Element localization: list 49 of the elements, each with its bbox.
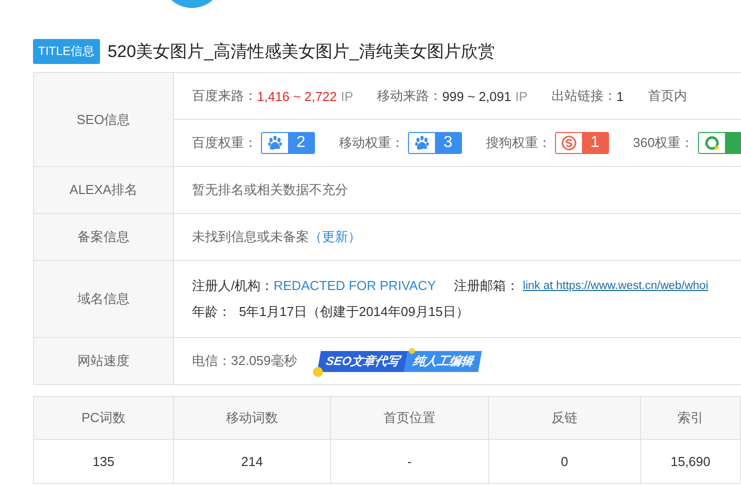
page-title: 520美女图片_高清性感美女图片_清纯美女图片欣赏	[108, 40, 495, 62]
unit-label: IP	[515, 88, 528, 104]
row-label: ALEXA排名	[34, 166, 174, 214]
alexa-text: 暂无排名或相关数据不充分	[192, 181, 348, 199]
title-badge: TITLE信息	[33, 38, 100, 64]
weight-label: 360权重：	[633, 134, 694, 152]
traffic-value: 1,416 ~ 2,722	[257, 88, 337, 104]
email-label: 注册邮箱：	[454, 277, 519, 295]
traffic-label: 首页内	[648, 87, 687, 105]
table-cell: 0	[488, 440, 640, 484]
registrant-label: 注册人/机构：	[192, 277, 274, 295]
column-header: PC词数	[34, 396, 174, 440]
age-value: 5年1月17日	[239, 303, 307, 321]
traffic-label: 出站链接：	[552, 87, 617, 105]
row-label: 网站速度	[34, 338, 174, 384]
paw-icon	[414, 135, 430, 151]
traffic-value: 1	[616, 88, 624, 104]
registrant-value: REDACTED FOR PRIVACY	[274, 277, 436, 295]
table-cell: 214	[174, 440, 330, 484]
weight-badge: 1	[555, 132, 609, 154]
icp-text: 未找到信息或未备案	[192, 228, 309, 246]
email-link[interactable]: link at https://www.west.cn/web/whoi	[522, 273, 708, 299]
column-header: 索引	[640, 396, 740, 440]
traffic-label: 百度来路：	[192, 87, 257, 105]
row-label: 备案信息	[34, 214, 174, 260]
refresh-link[interactable]: （更新）	[309, 228, 361, 246]
weight-label: 搜狗权重：	[486, 134, 551, 152]
table-cell: 15,690	[640, 440, 740, 484]
weight-badge: 2	[261, 132, 315, 154]
table-cell: -	[330, 440, 488, 484]
created-date: （创建于2014年09月15日）	[306, 303, 469, 321]
unit-label: IP	[340, 88, 354, 104]
traffic-label: 移动来路：	[377, 87, 442, 105]
weight-label: 移动权重：	[339, 134, 404, 152]
column-header: 移动词数	[174, 396, 330, 440]
ad-banner[interactable]: SEO文章代写 纯人工编辑	[312, 346, 486, 376]
sogou-logo-icon	[561, 135, 577, 151]
column-header: 首页位置	[330, 396, 488, 440]
row-label: 域名信息	[34, 260, 174, 338]
ring-logo-icon	[704, 135, 720, 151]
paw-icon	[267, 135, 283, 151]
weight-label: 百度权重：	[192, 134, 257, 152]
speed-text: 电信：32.059毫秒	[192, 352, 297, 370]
column-header: 反链	[488, 396, 640, 440]
age-label: 年龄：	[192, 303, 231, 321]
table-cell: 135	[34, 440, 174, 484]
weight-badge: 3	[408, 132, 462, 154]
traffic-value: 999 ~ 2,091	[442, 88, 512, 104]
row-label: SEO信息	[34, 72, 174, 166]
